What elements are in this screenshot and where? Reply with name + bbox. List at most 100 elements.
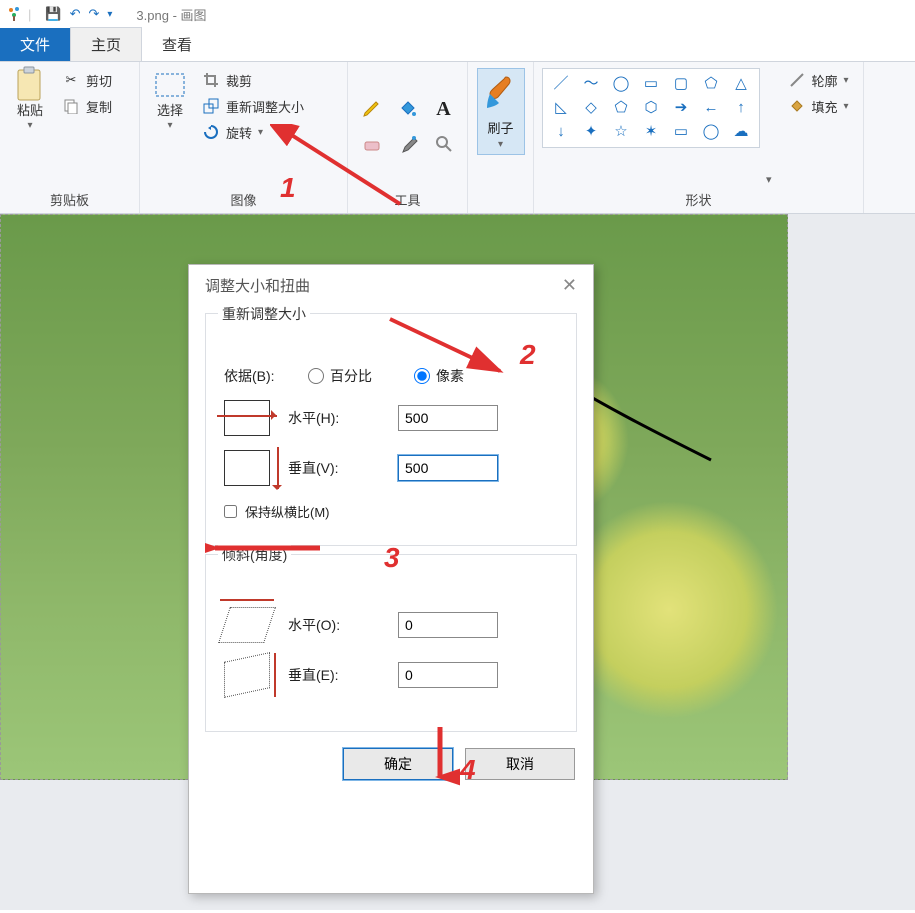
group-label-tools: 工具 xyxy=(356,186,459,211)
radio-pixels-label: 像素 xyxy=(436,366,464,386)
shape-callout-oval-icon[interactable]: ◯ xyxy=(697,121,725,143)
chevron-down-icon: ▾ xyxy=(844,101,849,112)
crop-button[interactable]: 裁剪 xyxy=(198,68,308,92)
skew-v-thumb-icon xyxy=(224,657,270,693)
vertical-thumb-icon xyxy=(224,450,270,486)
text-icon[interactable]: A xyxy=(436,98,450,121)
shape-rect-icon[interactable]: ▭ xyxy=(637,73,665,95)
group-tools: A 工具 xyxy=(348,62,468,213)
redo-icon[interactable]: ↷ xyxy=(88,6,99,22)
vertical-input[interactable] xyxy=(398,455,498,481)
close-icon[interactable]: ✕ xyxy=(562,275,577,296)
tab-home[interactable]: 主页 xyxy=(70,27,142,61)
select-button[interactable]: 选择 ▾ xyxy=(148,68,192,131)
save-icon[interactable]: 💾 xyxy=(45,6,61,22)
chevron-down-icon: ▾ xyxy=(27,120,32,131)
dialog-title: 调整大小和扭曲 xyxy=(205,275,310,296)
group-label-image: 图像 xyxy=(148,186,339,211)
shape-callout-cloud-icon[interactable]: ☁ xyxy=(727,121,755,143)
shape-arrow-down-icon[interactable]: ↓ xyxy=(547,121,575,143)
paste-button[interactable]: 粘贴 ▾ xyxy=(8,68,52,131)
quick-access-toolbar: 💾 ↶ ↷ ▾ xyxy=(35,6,122,22)
shape-polygon-icon[interactable]: ⬠ xyxy=(697,73,725,95)
radio-pixels-input[interactable] xyxy=(414,368,430,384)
tab-file[interactable]: 文件 xyxy=(0,28,70,61)
shape-triangle-icon[interactable]: △ xyxy=(727,73,755,95)
scissors-icon: ✂ xyxy=(62,71,80,89)
ribbon-tabs: 文件 主页 查看 xyxy=(0,28,915,62)
brush-label: 刷子 xyxy=(487,118,513,137)
shape-oval-icon[interactable]: ◯ xyxy=(607,73,635,95)
shape-callout-rect-icon[interactable]: ▭ xyxy=(667,121,695,143)
outline-button[interactable]: 轮廓 ▾ xyxy=(784,68,853,92)
shape-arrow-left-icon[interactable]: ← xyxy=(697,97,725,119)
shape-line-icon[interactable]: ／ xyxy=(547,73,575,95)
shape-right-triangle-icon[interactable]: ◺ xyxy=(547,97,575,119)
radio-percent-label: 百分比 xyxy=(330,366,372,386)
magnifier-icon[interactable] xyxy=(434,134,454,157)
crop-icon xyxy=(202,71,220,89)
radio-pixels[interactable]: 像素 xyxy=(414,366,464,386)
copy-button[interactable]: 复制 xyxy=(58,94,116,118)
brush-button[interactable]: 刷子 ▾ xyxy=(477,68,525,155)
cut-label: 剪切 xyxy=(86,71,112,90)
horizontal-label: 水平(H): xyxy=(288,408,380,428)
outline-icon xyxy=(788,71,806,89)
shape-diamond-icon[interactable]: ◇ xyxy=(577,97,605,119)
horizontal-thumb-icon xyxy=(224,400,270,436)
shape-hexagon-icon[interactable]: ⬡ xyxy=(637,97,665,119)
shape-arrow-up-icon[interactable]: ↑ xyxy=(727,97,755,119)
chevron-down-icon: ▾ xyxy=(844,75,849,86)
select-label: 选择 xyxy=(157,104,183,118)
horizontal-input[interactable] xyxy=(398,405,498,431)
keep-aspect-checkbox[interactable] xyxy=(224,505,237,518)
chevron-down-icon: ▾ xyxy=(258,127,263,138)
annotation-number-3: 3 xyxy=(384,542,400,574)
undo-icon[interactable]: ↶ xyxy=(70,6,81,22)
fill-icon[interactable] xyxy=(398,98,418,121)
pencil-icon[interactable] xyxy=(362,98,382,121)
skew-h-input[interactable] xyxy=(398,612,498,638)
cut-button[interactable]: ✂ 剪切 xyxy=(58,68,116,92)
divider: | xyxy=(28,7,31,22)
shape-curve-icon[interactable]: 〜 xyxy=(577,73,605,95)
skew-h-thumb-icon xyxy=(224,607,270,643)
resize-label: 重新调整大小 xyxy=(226,97,304,116)
group-image: 选择 ▾ 裁剪 重新调整大小 xyxy=(140,62,348,213)
canvas-area: 调整大小和扭曲 ✕ 重新调整大小 依据(B): 百分比 像素 水平(H): xyxy=(0,214,915,910)
app-icon xyxy=(4,3,24,26)
rotate-label: 旋转 xyxy=(226,123,252,142)
shape-arrow-right-icon[interactable]: ➔ xyxy=(667,97,695,119)
annotation-number-1: 1 xyxy=(280,172,296,204)
select-icon xyxy=(153,68,187,102)
resize-button[interactable]: 重新调整大小 xyxy=(198,94,308,118)
qat-customize-icon[interactable]: ▾ xyxy=(107,9,112,20)
shape-roundrect-icon[interactable]: ▢ xyxy=(667,73,695,95)
rotate-icon xyxy=(202,123,220,141)
ok-button[interactable]: 确定 xyxy=(343,748,453,780)
brush-icon xyxy=(484,73,518,116)
shape-pentagon-icon[interactable]: ⬠ xyxy=(607,97,635,119)
group-brush: 刷子 ▾ xyxy=(468,62,534,213)
radio-percent[interactable]: 百分比 xyxy=(308,366,372,386)
copy-icon xyxy=(62,97,80,115)
shapes-gallery[interactable]: ／ 〜 ◯ ▭ ▢ ⬠ △ ◺ ◇ ⬠ ⬡ ➔ ← ↑ ↓ ✦ ☆ ✶ ▭ ◯ xyxy=(542,68,760,148)
fill-button[interactable]: 填充 ▾ xyxy=(784,94,853,118)
shape-6star-icon[interactable]: ✶ xyxy=(637,121,665,143)
paste-label: 粘贴 xyxy=(17,104,43,118)
skew-v-input[interactable] xyxy=(398,662,498,688)
color-picker-icon[interactable] xyxy=(398,134,418,157)
cancel-button[interactable]: 取消 xyxy=(465,748,575,780)
eraser-icon[interactable] xyxy=(362,134,382,157)
skew-legend: 倾斜(角度) xyxy=(218,545,291,565)
shapes-more-icon[interactable]: ▾ xyxy=(766,173,772,186)
window-title: 3.png - 画图 xyxy=(126,5,206,24)
shape-4star-icon[interactable]: ✦ xyxy=(577,121,605,143)
radio-percent-input[interactable] xyxy=(308,368,324,384)
tab-view[interactable]: 查看 xyxy=(142,28,212,61)
keep-aspect-label: 保持纵横比(M) xyxy=(245,502,330,521)
shape-5star-icon[interactable]: ☆ xyxy=(607,121,635,143)
rotate-button[interactable]: 旋转 ▾ xyxy=(198,120,308,144)
outline-label: 轮廓 xyxy=(812,71,838,90)
chevron-down-icon: ▾ xyxy=(167,120,172,131)
